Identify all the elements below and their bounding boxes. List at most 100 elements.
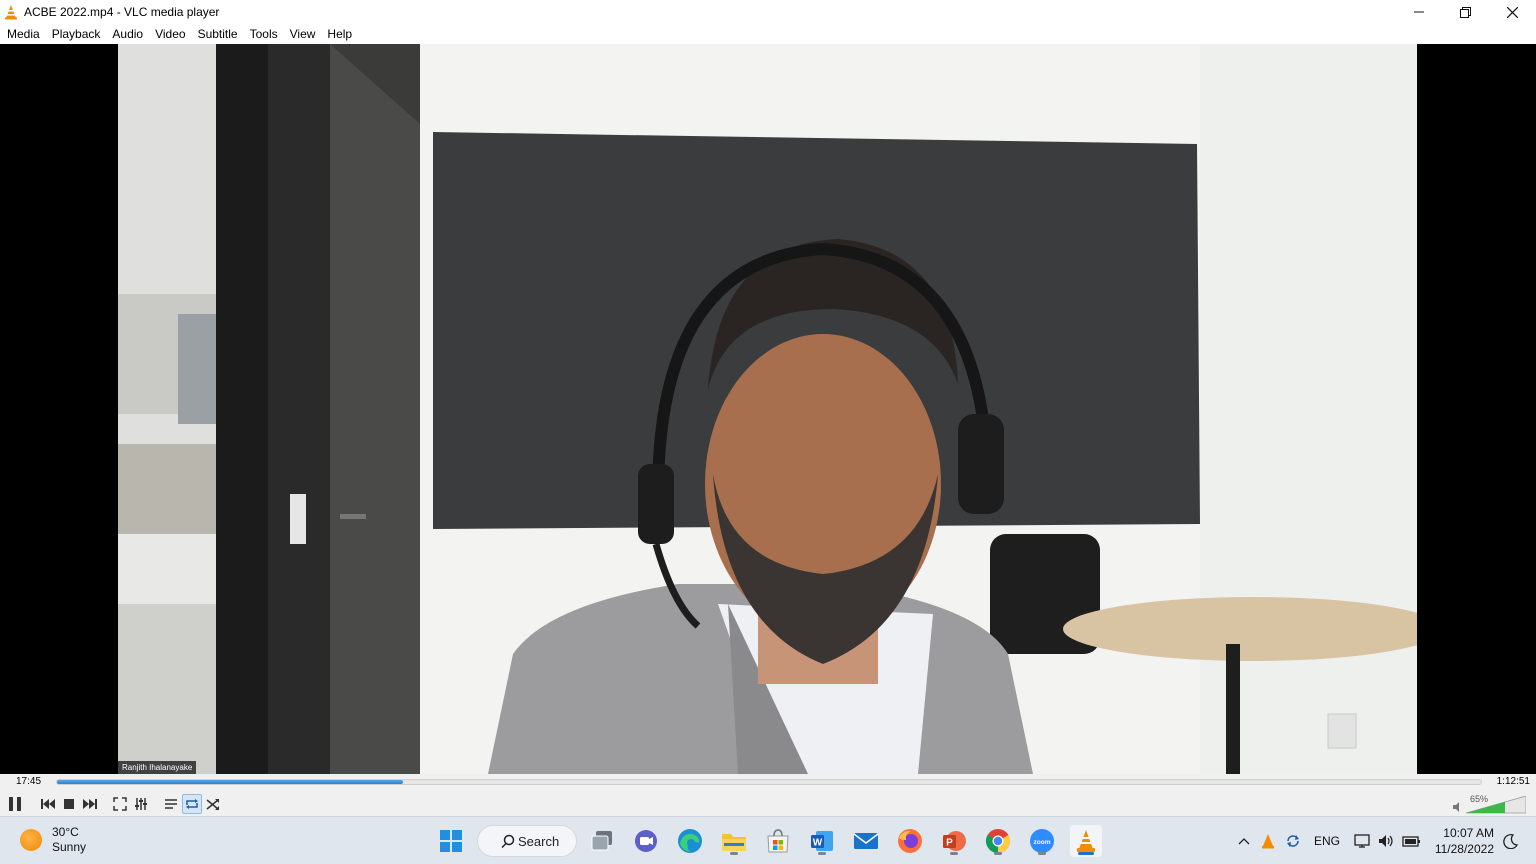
fullscreen-button[interactable] bbox=[110, 794, 130, 814]
weather-condition: Sunny bbox=[52, 840, 87, 854]
svg-text:P: P bbox=[946, 838, 953, 849]
speaker-icon bbox=[1453, 802, 1459, 812]
taskbar-clock[interactable]: 10:07 AM 11/28/2022 bbox=[1435, 825, 1494, 857]
store-icon bbox=[767, 829, 789, 853]
running-indicator bbox=[1038, 852, 1046, 855]
notifications-button[interactable] bbox=[1500, 817, 1522, 864]
chrome-button[interactable] bbox=[982, 825, 1014, 857]
running-indicator bbox=[730, 852, 738, 855]
playback-controls: 65% bbox=[0, 792, 1536, 816]
start-button[interactable] bbox=[435, 825, 467, 857]
menu-playback[interactable]: Playback bbox=[46, 24, 107, 44]
volume-wedge bbox=[1466, 796, 1526, 814]
shuffle-icon bbox=[206, 799, 219, 810]
fullscreen-icon bbox=[113, 797, 127, 811]
tray-volume[interactable] bbox=[1376, 817, 1398, 864]
running-indicator bbox=[1078, 852, 1094, 855]
menu-audio[interactable]: Audio bbox=[106, 24, 149, 44]
firefox-button[interactable] bbox=[894, 825, 926, 857]
minimize-icon bbox=[1413, 11, 1424, 13]
moon-icon bbox=[1503, 834, 1519, 849]
mail-button[interactable] bbox=[850, 825, 882, 857]
menu-video[interactable]: Video bbox=[149, 24, 191, 44]
loop-icon bbox=[186, 799, 198, 809]
stop-icon bbox=[64, 799, 74, 809]
firefox-icon bbox=[898, 829, 922, 853]
video-scene bbox=[118, 44, 1417, 774]
previous-button[interactable] bbox=[38, 794, 58, 814]
clock-time: 10:07 AM bbox=[1443, 826, 1494, 840]
svg-text:W: W bbox=[813, 838, 823, 849]
participant-name-tag: Ranjith Ihalanayake bbox=[118, 761, 197, 774]
teams-chat-button[interactable] bbox=[630, 825, 662, 857]
mail-icon bbox=[853, 833, 879, 849]
minimize-button[interactable] bbox=[1395, 0, 1442, 24]
show-hidden-icons-button[interactable] bbox=[1234, 817, 1254, 864]
word-icon: W bbox=[811, 831, 833, 851]
windows-logo-icon bbox=[440, 830, 462, 852]
zoom-button[interactable]: zoom bbox=[1026, 825, 1058, 857]
powerpoint-icon: P bbox=[943, 831, 966, 851]
pause-button[interactable] bbox=[4, 794, 26, 814]
vlc-cone-icon bbox=[1077, 830, 1095, 852]
vlc-cone-icon bbox=[5, 5, 17, 20]
loop-button[interactable] bbox=[182, 794, 202, 814]
sun-icon bbox=[20, 829, 42, 851]
weather-temperature: 30°C bbox=[52, 825, 79, 839]
language-indicator[interactable]: ENG bbox=[1310, 817, 1344, 864]
tray-sync[interactable] bbox=[1282, 817, 1304, 864]
tray-vlc[interactable] bbox=[1258, 817, 1278, 864]
tray-battery[interactable] bbox=[1400, 817, 1424, 864]
taskbar: 30°C Sunny Search W P zoom ENG 10:07 AM … bbox=[0, 816, 1536, 864]
task-view-button[interactable] bbox=[586, 825, 618, 857]
chrome-icon bbox=[985, 829, 1011, 853]
total-time[interactable]: 1:12:51 bbox=[1497, 776, 1530, 787]
edge-icon bbox=[678, 829, 702, 853]
menu-help[interactable]: Help bbox=[321, 24, 358, 44]
battery-icon bbox=[1402, 836, 1420, 847]
seek-slider[interactable] bbox=[56, 779, 1482, 785]
pause-icon bbox=[9, 797, 21, 811]
zoom-icon: zoom bbox=[1030, 829, 1054, 853]
playlist-button[interactable] bbox=[161, 794, 181, 814]
search-label: Search bbox=[518, 833, 560, 849]
menu-tools[interactable]: Tools bbox=[244, 24, 284, 44]
menu-bar: Media Playback Audio Video Subtitle Tool… bbox=[0, 24, 1536, 44]
running-indicator bbox=[818, 852, 826, 855]
search-icon bbox=[501, 834, 515, 848]
menu-view[interactable]: View bbox=[284, 24, 322, 44]
file-explorer-button[interactable] bbox=[718, 825, 750, 857]
running-indicator bbox=[994, 852, 1002, 855]
next-button[interactable] bbox=[80, 794, 100, 814]
svg-text:zoom: zoom bbox=[1034, 839, 1051, 846]
shuffle-button[interactable] bbox=[203, 794, 223, 814]
close-button[interactable] bbox=[1489, 0, 1536, 24]
microsoft-store-button[interactable] bbox=[762, 825, 794, 857]
teams-chat-icon bbox=[635, 830, 657, 852]
edge-button[interactable] bbox=[674, 825, 706, 857]
menu-media[interactable]: Media bbox=[0, 24, 46, 44]
tray-network[interactable] bbox=[1352, 817, 1374, 864]
restore-button[interactable] bbox=[1442, 0, 1489, 24]
previous-icon bbox=[41, 799, 55, 809]
vlc-button[interactable] bbox=[1070, 825, 1102, 857]
stop-button[interactable] bbox=[60, 794, 78, 814]
restore-icon bbox=[1460, 6, 1471, 18]
volume-slider[interactable]: 65% bbox=[1452, 794, 1530, 814]
taskbar-search[interactable]: Search bbox=[477, 825, 577, 857]
speaker-icon bbox=[1379, 835, 1393, 847]
sync-icon bbox=[1287, 835, 1299, 847]
powerpoint-button[interactable]: P bbox=[938, 825, 970, 857]
network-icon bbox=[1354, 834, 1370, 848]
window-title: ACBE 2022.mp4 - VLC media player bbox=[24, 5, 220, 19]
chevron-up-icon bbox=[1238, 838, 1250, 845]
menu-subtitle[interactable]: Subtitle bbox=[192, 24, 244, 44]
video-area[interactable]: Ranjith Ihalanayake bbox=[0, 44, 1536, 774]
elapsed-time[interactable]: 17:45 bbox=[16, 776, 41, 787]
title-bar: ACBE 2022.mp4 - VLC media player bbox=[0, 0, 1536, 24]
seek-row: 17:45 1:12:51 bbox=[0, 774, 1536, 792]
extended-settings-button[interactable] bbox=[131, 794, 151, 814]
word-button[interactable]: W bbox=[806, 825, 838, 857]
task-view-icon bbox=[591, 831, 612, 851]
weather-widget[interactable]: 30°C Sunny bbox=[20, 825, 86, 855]
